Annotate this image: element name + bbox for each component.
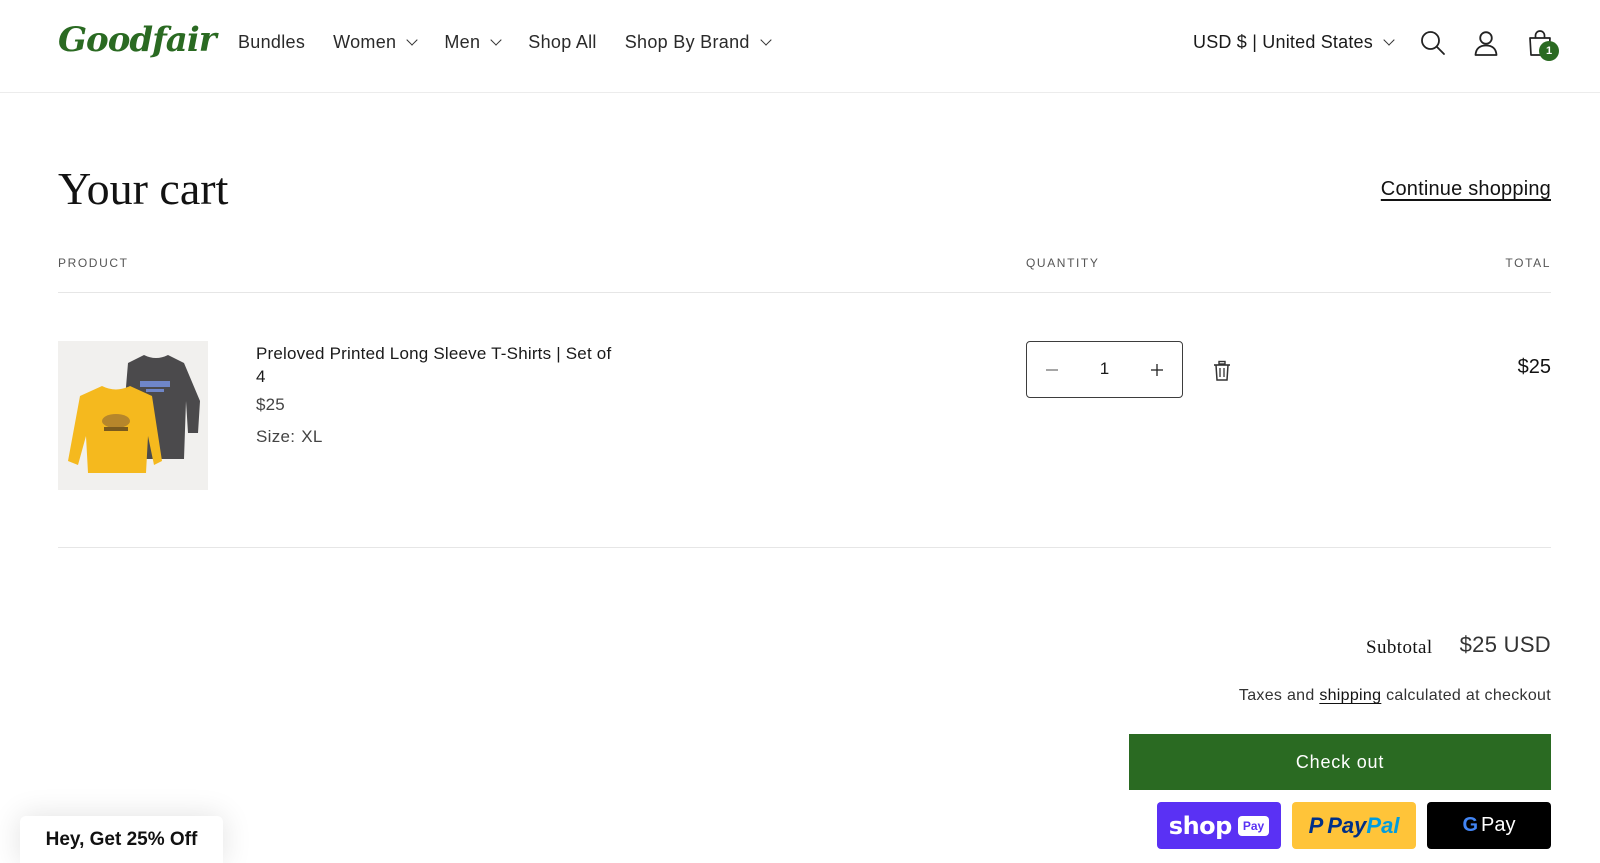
increase-quantity-button[interactable]: [1132, 342, 1182, 397]
currency-selector[interactable]: USD $ | United States: [1193, 32, 1395, 53]
decrease-quantity-button[interactable]: [1027, 342, 1077, 397]
nav-item-shop-by-brand[interactable]: Shop By Brand: [624, 32, 772, 53]
site-header: Goodfair Bundles Women Men Shop All Shop…: [0, 0, 1600, 93]
product-unit-price: $25: [256, 395, 285, 414]
line-item-total: $25: [1517, 356, 1551, 378]
checkout-button[interactable]: Check out: [1129, 734, 1551, 790]
subtotal-label: Subtotal: [1366, 637, 1433, 658]
tax-note: Taxes and shipping calculated at checkou…: [1239, 687, 1551, 705]
chevron-down-icon: [406, 34, 419, 46]
tax-note-prefix: Taxes and: [1238, 687, 1315, 704]
subtotal-value: $25 USD: [1459, 632, 1551, 657]
nav-item-label: Shop By Brand: [624, 32, 750, 52]
main-nav: Bundles Women Men Shop All Shop By Brand: [238, 32, 798, 53]
divider: [58, 547, 1551, 548]
chevron-down-icon: [1383, 34, 1395, 46]
nav-item-label: Bundles: [238, 32, 306, 52]
column-header-product: PRODUCT: [58, 256, 129, 270]
shop-pay-logo: shop: [1168, 811, 1233, 840]
size-value: XL: [301, 427, 323, 446]
continue-shopping-link[interactable]: Continue shopping: [1381, 178, 1551, 201]
search-icon[interactable]: [1418, 28, 1448, 58]
product-size: Size: XL: [256, 427, 323, 447]
shipping-link[interactable]: shipping: [1319, 687, 1381, 704]
shop-pay-badge: Pay: [1237, 815, 1270, 836]
size-label: Size:: [256, 427, 296, 446]
column-header-total: TOTAL: [1505, 256, 1551, 270]
paypal-button[interactable]: P Pay Pal: [1292, 802, 1416, 849]
quantity-stepper: [1026, 341, 1183, 398]
google-g-icon: G: [1462, 814, 1479, 836]
plus-icon: [1151, 363, 1163, 376]
tax-note-suffix: calculated at checkout: [1386, 687, 1551, 704]
nav-item-men[interactable]: Men: [444, 32, 502, 53]
nav-item-label: Men: [444, 32, 481, 52]
discount-promo-tab[interactable]: Hey, Get 25% Off: [20, 816, 223, 863]
paypal-p-icon: P: [1308, 812, 1324, 838]
divider: [58, 292, 1551, 293]
page-title: Your cart: [58, 163, 229, 214]
product-name[interactable]: Preloved Printed Long Sleeve T-Shirts | …: [256, 342, 616, 388]
currency-label: USD $ | United States: [1193, 32, 1373, 52]
minus-icon: [1046, 368, 1058, 371]
account-icon[interactable]: [1471, 28, 1501, 58]
chevron-down-icon: [760, 34, 772, 46]
google-pay-button[interactable]: G Pay: [1427, 802, 1551, 849]
shop-pay-button[interactable]: shop Pay: [1157, 802, 1281, 849]
chevron-down-icon: [490, 34, 502, 46]
paypal-logo-pal: Pal: [1366, 812, 1400, 838]
nav-item-bundles[interactable]: Bundles: [238, 32, 305, 53]
cart-count-badge: 1: [1539, 41, 1559, 61]
nav-item-women[interactable]: Women: [333, 32, 419, 53]
column-header-quantity: QUANTITY: [1026, 256, 1100, 270]
nav-item-shop-all[interactable]: Shop All: [528, 32, 596, 53]
quantity-input[interactable]: [1077, 354, 1132, 384]
paypal-logo-pay: Pay: [1327, 812, 1367, 838]
nav-item-label: Women: [333, 32, 397, 52]
google-pay-label: Pay: [1481, 814, 1516, 836]
nav-item-label: Shop All: [528, 32, 597, 52]
brand-logo[interactable]: Goodfair: [58, 20, 217, 60]
remove-item-trash-icon[interactable]: [1212, 360, 1232, 382]
product-image[interactable]: [58, 341, 208, 490]
